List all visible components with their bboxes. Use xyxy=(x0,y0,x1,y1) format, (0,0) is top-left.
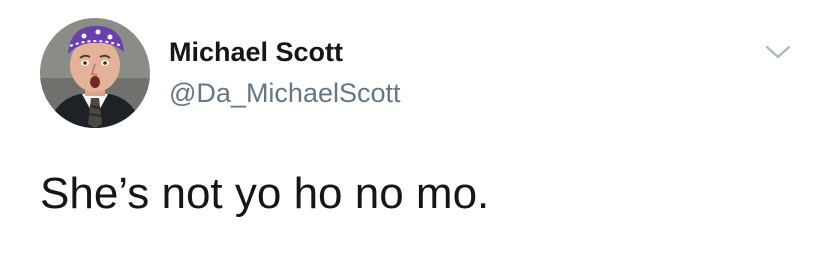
tweet-menu-button[interactable] xyxy=(763,40,793,64)
tweet-card: Michael Scott @Da_MichaelScott She’s not… xyxy=(0,0,827,275)
avatar[interactable] xyxy=(40,18,150,128)
tweet-text: She’s not yo ho no mo. xyxy=(40,169,490,218)
author-display-name[interactable]: Michael Scott xyxy=(169,36,343,68)
author-handle[interactable]: @Da_MichaelScott xyxy=(169,77,401,109)
avatar-photo-icon xyxy=(40,18,150,128)
chevron-down-icon xyxy=(765,45,791,59)
